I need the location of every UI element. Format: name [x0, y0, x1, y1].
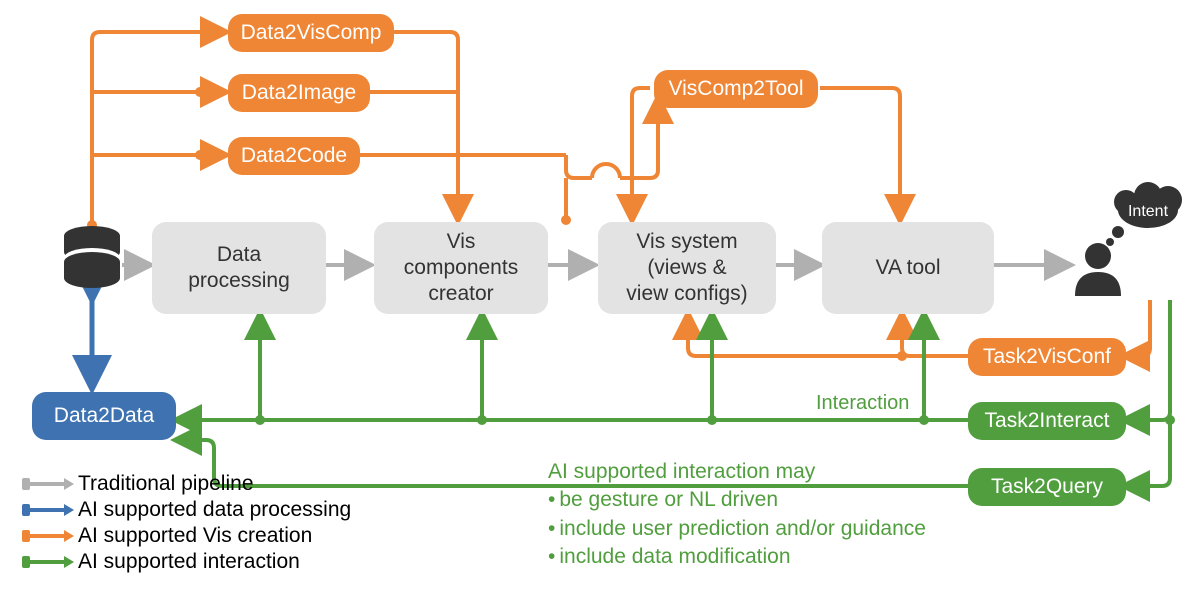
label: Vis system (views & view configs) [626, 229, 747, 308]
label: Data2Code [241, 143, 347, 169]
note-bullet: •be gesture or NL driven [548, 486, 926, 514]
interaction-label: Interaction [816, 392, 909, 415]
node-data2viscomp: Data2VisComp [228, 14, 394, 52]
label: Task2Interact [985, 408, 1110, 434]
node-vis-system: Vis system (views & view configs) [598, 222, 776, 314]
label: VisComp2Tool [668, 76, 803, 102]
intent-cloud-icon: Intent [1106, 182, 1182, 246]
node-task2interact: Task2Interact [968, 402, 1126, 440]
intent-label: Intent [1128, 203, 1169, 220]
label: Data2Image [242, 80, 356, 106]
label: Task2Query [991, 474, 1103, 500]
node-task2visconf: Task2VisConf [968, 338, 1126, 376]
node-viscomp2tool: VisComp2Tool [654, 70, 818, 108]
legend-swatch-gray [24, 482, 68, 486]
legend-label: Traditional pipeline [78, 472, 254, 496]
legend-row-traditional: Traditional pipeline [24, 472, 351, 496]
legend-swatch-green [24, 560, 68, 564]
note-title: AI supported interaction may [548, 458, 926, 486]
legend-row-green: AI supported interaction [24, 550, 351, 574]
label: VA tool [876, 255, 941, 281]
label: Vis components creator [404, 229, 518, 308]
user-icon [1075, 243, 1121, 296]
legend-row-orange: AI supported Vis creation [24, 524, 351, 548]
label: Data processing [188, 242, 290, 295]
node-va-tool: VA tool [822, 222, 994, 314]
label: Data2VisComp [241, 20, 382, 46]
interaction-note: AI supported interaction may •be gesture… [548, 458, 926, 571]
legend-swatch-orange [24, 534, 68, 538]
node-data2data: Data2Data [32, 392, 176, 440]
label: Task2VisConf [983, 344, 1111, 370]
legend: Traditional pipeline AI supported data p… [24, 472, 351, 576]
node-vis-components-creator: Vis components creator [374, 222, 548, 314]
legend-row-blue: AI supported data processing [24, 498, 351, 522]
legend-swatch-blue [24, 508, 68, 512]
node-task2query: Task2Query [968, 468, 1126, 506]
node-data2image: Data2Image [228, 74, 370, 112]
label: Data2Data [54, 403, 154, 429]
node-data2code: Data2Code [228, 137, 360, 175]
node-data-processing: Data processing [152, 222, 326, 314]
note-bullet: •include user prediction and/or guidance [548, 515, 926, 543]
legend-label: AI supported interaction [78, 550, 300, 574]
note-bullet: •include data modification [548, 543, 926, 571]
legend-label: AI supported Vis creation [78, 524, 312, 548]
database-icon [64, 226, 120, 288]
legend-label: AI supported data processing [78, 498, 351, 522]
